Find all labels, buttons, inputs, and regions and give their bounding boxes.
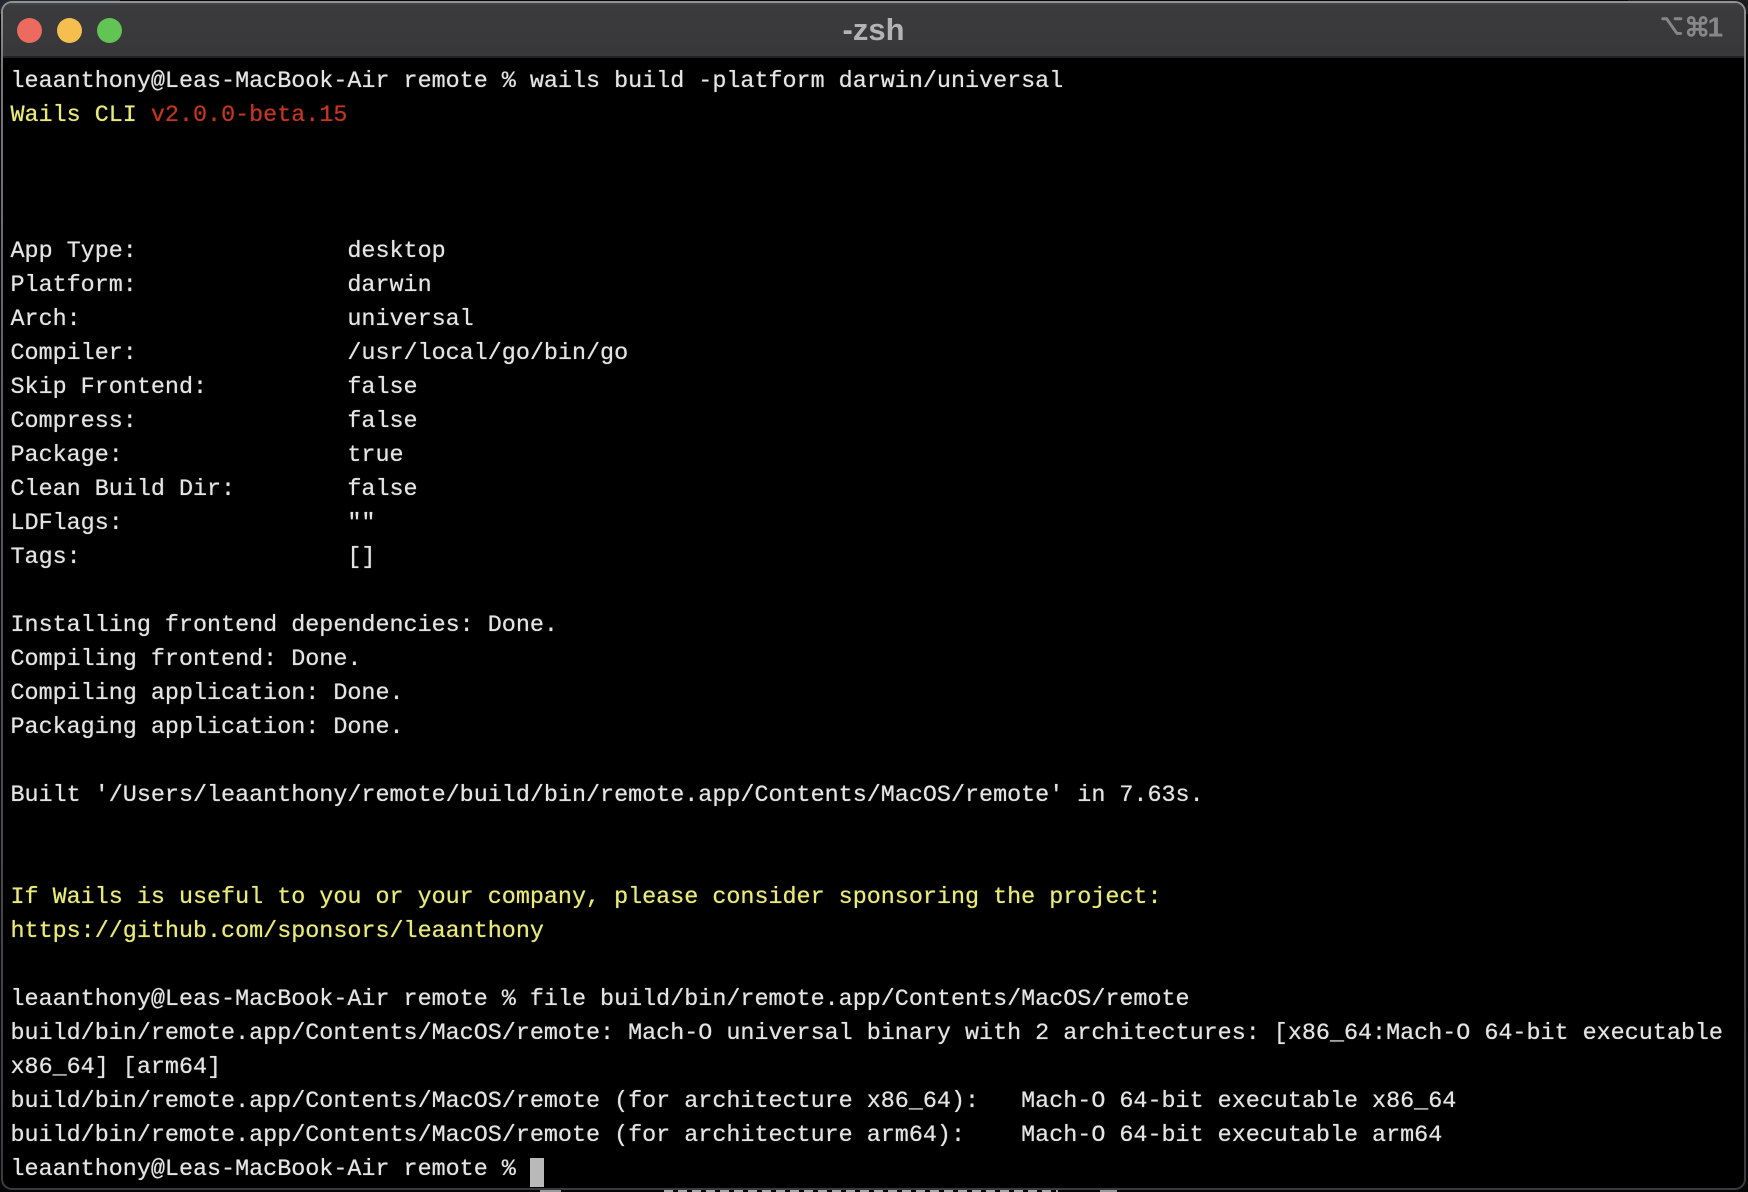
- svg-text:1: 1: [1708, 14, 1724, 42]
